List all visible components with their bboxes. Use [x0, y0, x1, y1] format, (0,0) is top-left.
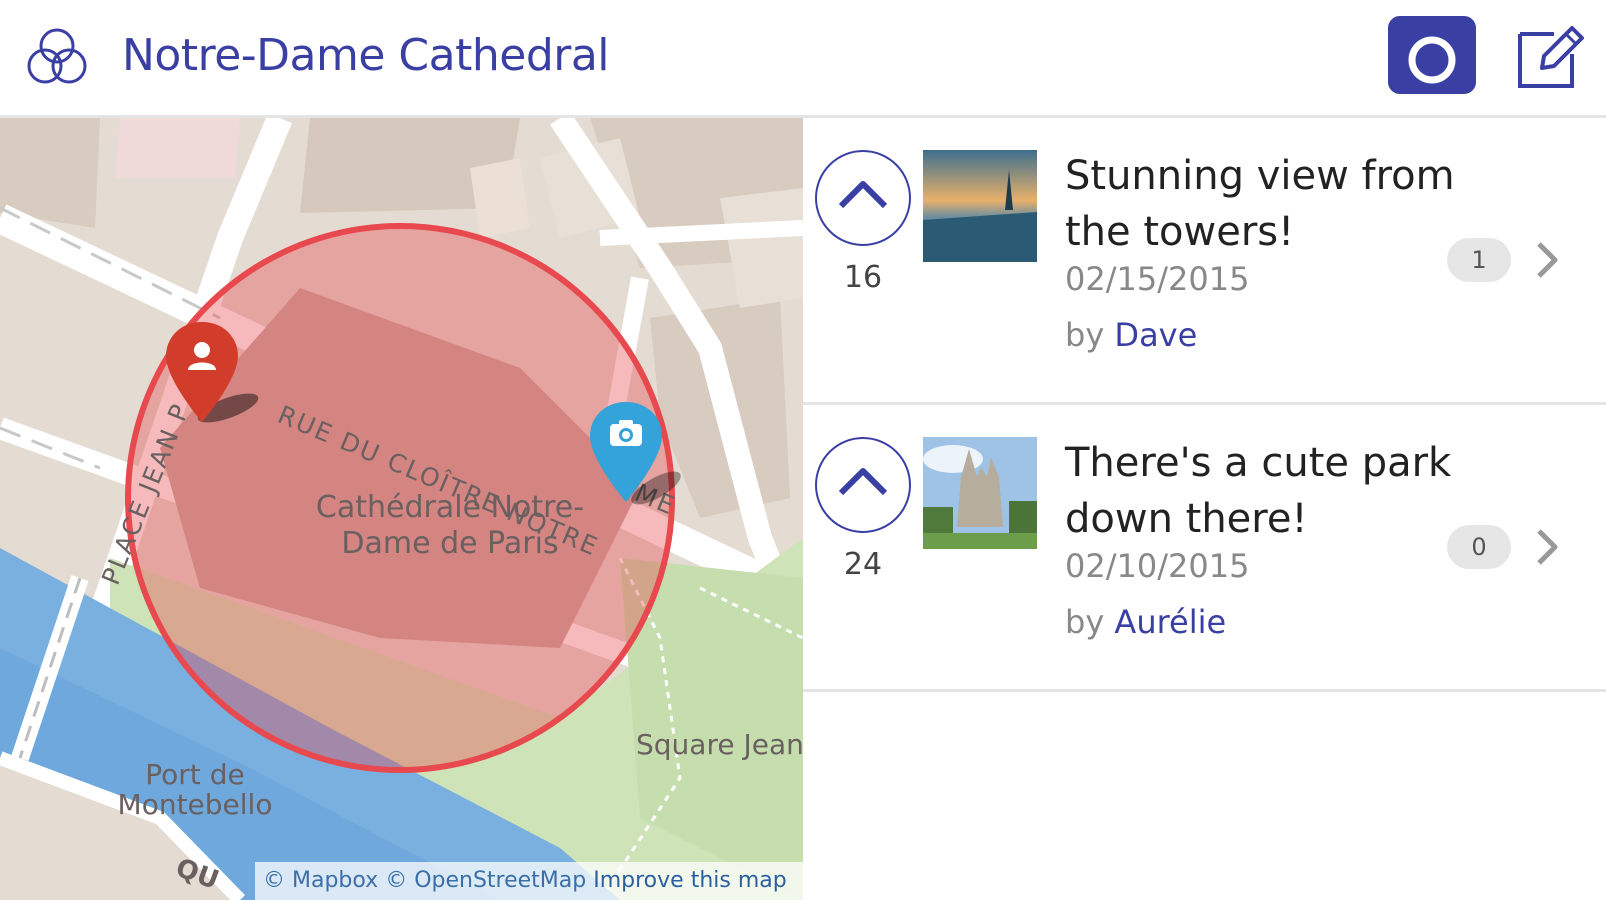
map-attribution: © Mapbox © OpenStreetMap Improve this ma… [255, 862, 803, 900]
port-label: Port de Montebello [110, 760, 280, 820]
paris-skyline-image [923, 150, 1037, 262]
poi-label: Cathédrale Notre- Dame de Paris [300, 490, 600, 562]
new-post-button[interactable] [1514, 20, 1586, 92]
camera-marker-icon[interactable] [586, 398, 696, 510]
post-list: 16 Stunning view from the towers! 02/15/… [803, 118, 1606, 900]
comment-count-badge: 1 [1447, 238, 1511, 282]
chevron-up-icon [838, 181, 888, 209]
post-author: by Aurélie [1065, 603, 1226, 641]
by-label: by [1065, 316, 1105, 354]
post-date: 02/15/2015 [1065, 260, 1250, 298]
list-item[interactable]: 16 Stunning view from the towers! 02/15/… [803, 118, 1606, 405]
edit-icon [1518, 26, 1584, 88]
list-item[interactable]: 24 There's a cute park down there! 02/10… [803, 405, 1606, 692]
osm-link[interactable]: © OpenStreetMap [385, 868, 586, 893]
post-title[interactable]: There's a cute park down there! [1065, 435, 1465, 547]
cathedral-park-image [923, 437, 1037, 549]
by-label: by [1065, 603, 1105, 641]
user-marker-icon[interactable] [162, 318, 272, 430]
location-map[interactable]: RUE DU CLOÎTRE NOTRE ME PLACE JEAN P Cat… [0, 118, 803, 900]
comment-count-badge: 0 [1447, 525, 1511, 569]
vote-count: 16 [843, 260, 883, 295]
port-label-line: Montebello [117, 788, 273, 821]
post-date: 02/10/2015 [1065, 547, 1250, 585]
mapbox-link[interactable]: © Mapbox [263, 868, 378, 893]
upvote-button[interactable] [815, 150, 911, 246]
post-title[interactable]: Stunning view from the towers! [1065, 148, 1465, 260]
three-circles-logo-icon[interactable] [24, 26, 90, 88]
chevron-up-icon [838, 468, 888, 496]
park-label: Square Jean [636, 728, 803, 761]
author-link[interactable]: Dave [1114, 316, 1197, 354]
chevron-right-icon[interactable] [1531, 238, 1563, 282]
camera-icon [1408, 20, 1456, 84]
improve-map-link[interactable]: Improve this map [593, 868, 786, 893]
port-label-line: Port de [145, 758, 245, 791]
vote-count: 24 [843, 547, 883, 582]
post-author: by Dave [1065, 316, 1197, 354]
post-thumbnail[interactable] [923, 150, 1037, 262]
post-thumbnail[interactable] [923, 437, 1037, 549]
app-header: Notre-Dame Cathedral [0, 0, 1606, 118]
upvote-button[interactable] [815, 437, 911, 533]
chevron-right-icon[interactable] [1531, 525, 1563, 569]
poi-label-line: Dame de Paris [341, 526, 559, 561]
page-title: Notre-Dame Cathedral [122, 30, 610, 81]
add-photo-button[interactable] [1388, 16, 1476, 94]
poi-label-line: Cathédrale Notre- [315, 490, 585, 525]
author-link[interactable]: Aurélie [1114, 603, 1226, 641]
